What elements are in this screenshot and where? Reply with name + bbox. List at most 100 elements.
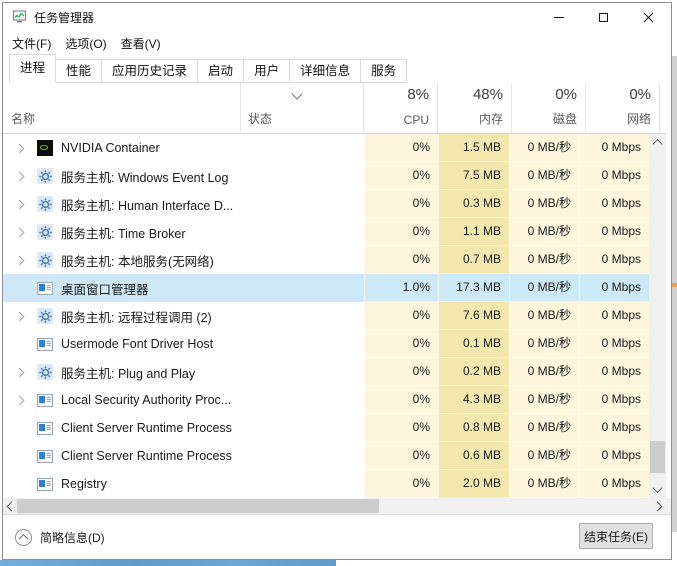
title-bar[interactable]: 任务管理器 — [3, 3, 671, 31]
net-value-cell: 0 Mbps — [579, 442, 649, 470]
tab-性能[interactable]: 性能 — [55, 59, 102, 83]
cpu-value-cell: 0% — [364, 358, 438, 386]
expand-chevron-icon[interactable] — [16, 201, 37, 208]
menu-item[interactable]: 查看(V) — [114, 31, 168, 56]
process-row[interactable]: Usermode Font Driver Host0%0.1 MB0 MB/秒0… — [3, 330, 666, 358]
expand-chevron-icon[interactable] — [16, 369, 37, 376]
menu-item[interactable]: 文件(F) — [5, 31, 58, 56]
disk-value-cell: 0 MB/秒 — [509, 134, 579, 162]
net-value-cell: 0 Mbps — [579, 134, 649, 162]
process-row[interactable]: Local Security Authority Proc... 0%4.3 MB… — [3, 386, 666, 414]
disk-value-cell: 0 MB/秒 — [509, 414, 579, 442]
column-header-网络[interactable]: 0%网络 — [586, 83, 660, 133]
tab-服务[interactable]: 服务 — [360, 59, 407, 83]
disk-value-cell: 0 MB/秒 — [509, 190, 579, 218]
menu-item[interactable]: 选项(O) — [58, 31, 113, 56]
app-window-icon — [37, 476, 53, 492]
taskbar-fragment — [0, 560, 336, 566]
tab-启动[interactable]: 启动 — [197, 59, 244, 83]
expand-chevron-icon[interactable] — [16, 173, 37, 180]
column-header-内存[interactable]: 48% 内存 — [438, 83, 512, 133]
column-header-CPU[interactable]: 8% CPU — [364, 83, 438, 133]
column-header-status[interactable]: 状态 — [241, 83, 364, 133]
close-button[interactable] — [626, 3, 671, 31]
cpu-value-cell: 0% — [364, 386, 438, 414]
disk-value-cell: 0 MB/秒 — [509, 162, 579, 190]
process-row[interactable]: Client Server Runtime Process0%0.8 MB0 M… — [3, 414, 666, 442]
minimize-button[interactable] — [536, 3, 581, 31]
app-window-icon — [37, 336, 53, 352]
usage-percent: 8% — [364, 86, 429, 103]
usage-label: 内存 — [438, 110, 503, 127]
tab-应用历史记录[interactable]: 应用历史记录 — [101, 59, 198, 83]
usage-label: CPU — [364, 113, 429, 127]
tab-进程[interactable]: 进程 — [9, 54, 56, 83]
horizontal-scrollbar[interactable] — [3, 498, 671, 514]
scroll-up-button[interactable] — [649, 134, 666, 151]
mem-value-cell: 7.5 MB — [438, 162, 509, 190]
close-icon — [643, 12, 654, 23]
process-name-cell: Client Server Runtime Process — [3, 414, 364, 442]
expand-chevron-icon[interactable] — [16, 257, 37, 264]
minimize-icon — [554, 17, 564, 18]
fewer-details-toggle[interactable]: 简略信息(D) — [15, 529, 105, 546]
process-name: 桌面窗口管理器 — [61, 279, 149, 298]
services-gear-icon — [37, 308, 53, 324]
process-name-cell: Usermode Font Driver Host — [3, 330, 364, 358]
process-name-cell: 服务主机: Time Broker — [3, 218, 364, 246]
usage-percent: 48% — [438, 86, 503, 103]
vertical-scrollbar[interactable] — [649, 134, 666, 498]
process-row[interactable]: 桌面窗口管理器1.0%17.3 MB0 MB/秒0 Mbps — [3, 274, 666, 302]
tab-strip: 进程性能应用历史记录启动用户详细信息服务 — [9, 55, 406, 83]
process-name-cell: 服务主机: Windows Event Log — [3, 162, 364, 190]
expand-chevron-icon[interactable] — [16, 145, 37, 152]
mem-value-cell: 7.6 MB — [438, 302, 509, 330]
expand-chevron-icon[interactable] — [16, 229, 37, 236]
net-value-cell: 0 Mbps — [579, 162, 649, 190]
process-name: Registry — [61, 477, 107, 491]
disk-value-cell: 0 MB/秒 — [509, 218, 579, 246]
process-row[interactable]: 服务主机: Time Broker0%1.1 MB0 MB/秒0 Mbps — [3, 218, 666, 246]
process-row[interactable]: NVIDIA Container0%1.5 MB0 MB/秒0 Mbps — [3, 134, 666, 162]
process-row[interactable]: 服务主机: 本地服务(无网络)0%0.7 MB0 MB/秒0 Mbps — [3, 246, 666, 274]
tab-用户[interactable]: 用户 — [243, 59, 290, 83]
process-row[interactable]: 服务主机: Windows Event Log0%7.5 MB0 MB/秒0 M… — [3, 162, 666, 190]
mem-value-cell: 4.3 MB — [438, 386, 509, 414]
process-name: Local Security Authority Proc... — [61, 393, 231, 407]
disk-value-cell: 0 MB/秒 — [509, 246, 579, 274]
cpu-value-cell: 0% — [364, 246, 438, 274]
mem-value-cell: 0.7 MB — [438, 246, 509, 274]
process-row[interactable]: 服务主机: Human Interface D...0%0.3 MB0 MB/秒… — [3, 190, 666, 218]
process-row[interactable]: Client Server Runtime Process0%0.6 MB0 M… — [3, 442, 666, 470]
net-value-cell: 0 Mbps — [579, 302, 649, 330]
cpu-value-cell: 0% — [364, 162, 438, 190]
disk-value-cell: 0 MB/秒 — [509, 274, 579, 302]
disk-value-cell: 0 MB/秒 — [509, 330, 579, 358]
net-value-cell: 0 Mbps — [579, 190, 649, 218]
services-gear-icon — [37, 196, 53, 212]
cpu-value-cell: 0% — [364, 302, 438, 330]
scroll-right-button[interactable] — [649, 498, 666, 514]
vertical-scrollbar-thumb[interactable] — [650, 441, 665, 473]
mem-value-cell: 0.1 MB — [438, 330, 509, 358]
column-header-磁盘[interactable]: 0%磁盘 — [512, 83, 586, 133]
process-row[interactable]: Registry0%2.0 MB0 MB/秒0 Mbps — [3, 470, 666, 498]
process-name: Client Server Runtime Process — [61, 449, 232, 463]
horizontal-scrollbar-thumb[interactable] — [17, 499, 379, 513]
net-value-cell: 0 Mbps — [579, 330, 649, 358]
process-row[interactable]: 服务主机: 远程过程调用 (2)0%7.6 MB0 MB/秒0 Mbps — [3, 302, 666, 330]
process-row[interactable]: 服务主机: Plug and Play0%0.2 MB0 MB/秒0 Mbps — [3, 358, 666, 386]
scroll-down-button[interactable] — [649, 481, 666, 498]
expand-chevron-icon[interactable] — [16, 397, 37, 404]
column-header-name[interactable]: 名称 — [3, 83, 241, 133]
menu-bar: 文件(F)选项(O)查看(V) — [3, 31, 673, 55]
chevron-down-icon — [653, 483, 663, 493]
disk-value-cell: 0 MB/秒 — [509, 302, 579, 330]
expand-chevron-icon[interactable] — [16, 313, 37, 320]
maximize-button[interactable] — [581, 3, 626, 31]
mem-value-cell: 0.6 MB — [438, 442, 509, 470]
process-name: 服务主机: Human Interface D... — [61, 195, 233, 214]
services-gear-icon — [37, 224, 53, 240]
tab-详细信息[interactable]: 详细信息 — [289, 59, 361, 83]
end-task-button[interactable]: 结束任务(E) — [579, 523, 653, 549]
